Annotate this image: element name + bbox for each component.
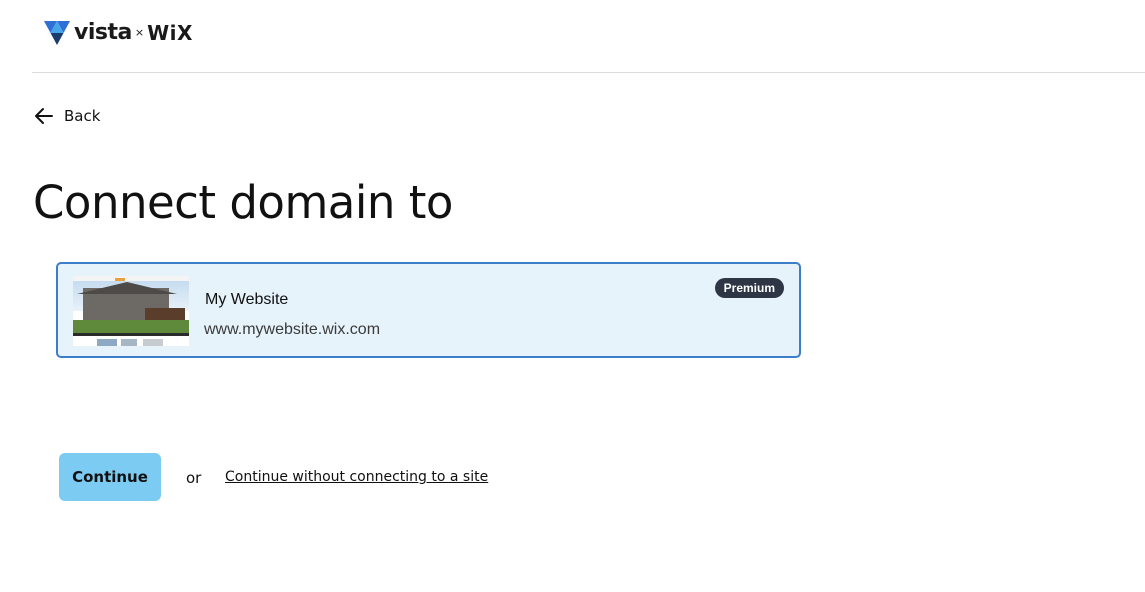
premium-badge: Premium — [714, 278, 784, 298]
header-divider — [32, 72, 1145, 73]
vista-wix-logo[interactable]: vista × WiX — [44, 20, 193, 45]
vista-wordmark: vista — [74, 20, 132, 45]
continue-without-site-link[interactable]: Continue without connecting to a site — [225, 469, 488, 485]
continue-button[interactable]: Continue — [59, 453, 161, 501]
site-url: www.mywebsite.wix.com — [204, 321, 381, 338]
back-button[interactable]: Back — [34, 106, 100, 126]
thumbnail-lawn — [73, 320, 189, 333]
site-name: My Website — [205, 291, 289, 308]
thumbnail-gallery-item — [97, 339, 117, 346]
thumbnail-strip — [73, 333, 189, 336]
thumbnail-gallery-item — [121, 339, 137, 346]
site-card[interactable]: My Website www.mywebsite.wix.com Premium — [56, 262, 801, 358]
header: vista × WiX — [0, 0, 1145, 72]
back-label: Back — [64, 107, 101, 125]
thumbnail-gallery-item — [143, 339, 163, 346]
arrow-left-icon — [35, 108, 53, 124]
wix-wordmark: WiX — [147, 20, 193, 45]
thumbnail-roof — [77, 282, 177, 294]
site-thumbnail — [73, 276, 189, 346]
page-title: Connect domain to — [33, 176, 453, 229]
vista-logo-icon — [44, 20, 70, 45]
or-separator: or — [186, 469, 202, 487]
logo-separator: × — [134, 26, 145, 39]
